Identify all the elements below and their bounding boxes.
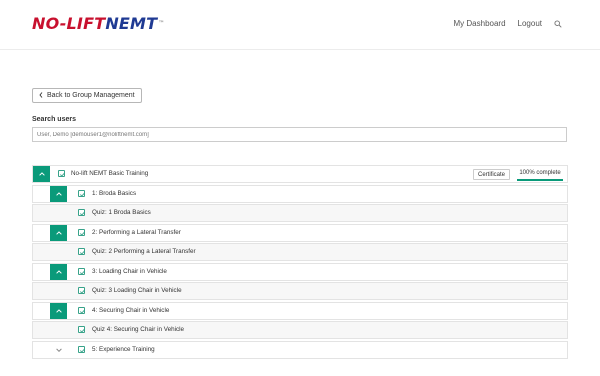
course-checkbox[interactable]	[58, 170, 66, 177]
quiz-label: Quiz: 1 Broda Basics	[92, 209, 151, 216]
chevron-up-icon	[55, 308, 62, 313]
quiz-row: Quiz: 3 Loading Chair in Vehicle	[32, 282, 568, 300]
lesson-label: 1: Broda Basics	[92, 189, 137, 197]
quiz-label: Quiz: 3 Loading Chair in Vehicle	[92, 287, 182, 294]
check-icon	[79, 191, 86, 197]
check-icon	[79, 308, 86, 314]
course-title: No-lift NEMT Basic Training	[71, 170, 149, 177]
check-icon	[79, 328, 86, 333]
quiz-row: Quiz 4: Securing Chair in Vehicle	[32, 321, 568, 339]
expand-toggle[interactable]	[50, 302, 67, 319]
item-checkbox[interactable]	[78, 306, 86, 314]
check-icon	[79, 289, 86, 294]
lesson-label: 5: Experience Training	[92, 345, 155, 353]
check-icon	[79, 211, 86, 216]
lesson-label: 2: Performing a Lateral Transfer	[92, 228, 181, 236]
item-checkbox[interactable]	[78, 287, 86, 294]
quiz-row: Quiz: 2 Performing a Lateral Transfer	[32, 243, 568, 261]
expand-toggle[interactable]	[50, 185, 67, 202]
nav-my-dashboard[interactable]: My Dashboard	[454, 19, 506, 28]
check-icon	[79, 230, 86, 236]
quiz-row: Quiz: 1 Broda Basics	[32, 204, 568, 222]
item-checkbox[interactable]	[78, 228, 86, 236]
item-checkbox[interactable]	[78, 248, 86, 255]
lesson-row: 5: Experience Training	[32, 340, 568, 359]
chevron-up-icon	[55, 269, 62, 274]
search-users-input[interactable]	[32, 127, 567, 142]
progress-bar	[517, 179, 563, 181]
check-icon	[59, 172, 66, 177]
item-checkbox[interactable]	[78, 345, 86, 353]
chevron-left-icon	[39, 91, 43, 100]
expand-toggle[interactable]	[33, 166, 50, 182]
quiz-label: Quiz 4: Securing Chair in Vehicle	[92, 326, 185, 333]
top-nav: My Dashboard Logout	[454, 19, 563, 28]
chevron-up-icon	[38, 172, 45, 176]
item-checkbox[interactable]	[78, 267, 86, 275]
top-header: NO-LIFTNEMT™ My Dashboard Logout	[0, 0, 600, 50]
item-checkbox[interactable]	[78, 326, 86, 333]
logo-text-part2: NEMT	[105, 14, 158, 33]
lesson-row: 2: Performing a Lateral Transfer	[32, 223, 568, 242]
logo-text-part1: NO-LIFT	[32, 14, 106, 33]
progress-indicator: 100% complete	[517, 168, 563, 181]
check-icon	[79, 347, 86, 353]
chevron-up-icon	[55, 191, 62, 196]
logo[interactable]: NO-LIFTNEMT™	[32, 15, 165, 33]
certificate-button[interactable]: Certificate	[472, 169, 510, 180]
expand-toggle[interactable]	[50, 263, 67, 280]
logo-trademark: ™	[158, 20, 165, 27]
search-icon[interactable]	[554, 19, 562, 28]
course-tree: No-lift NEMT Basic Training Certificate …	[32, 165, 568, 359]
back-to-group-management-button[interactable]: Back to Group Management	[32, 88, 142, 103]
nav-logout[interactable]: Logout	[518, 19, 542, 28]
expand-toggle[interactable]	[50, 342, 67, 358]
expand-toggle[interactable]	[50, 224, 67, 241]
lesson-label: 3: Loading Chair in Vehicle	[92, 267, 167, 275]
chevron-up-icon	[55, 230, 62, 235]
lesson-row: 4: Securing Chair in Vehicle	[32, 301, 568, 320]
search-users-label: Search users	[32, 116, 76, 123]
check-icon	[79, 250, 86, 255]
lesson-row: 1: Broda Basics	[32, 184, 568, 203]
lesson-row: 3: Loading Chair in Vehicle	[32, 262, 568, 281]
progress-text: 100% complete	[519, 170, 561, 176]
check-icon	[79, 269, 86, 275]
chevron-down-icon	[55, 348, 62, 352]
item-checkbox[interactable]	[78, 209, 86, 216]
back-button-label: Back to Group Management	[47, 92, 135, 99]
quiz-label: Quiz: 2 Performing a Lateral Transfer	[92, 248, 196, 255]
item-checkbox[interactable]	[78, 189, 86, 197]
lesson-label: 4: Securing Chair in Vehicle	[92, 306, 170, 314]
course-row: No-lift NEMT Basic Training Certificate …	[32, 165, 568, 183]
